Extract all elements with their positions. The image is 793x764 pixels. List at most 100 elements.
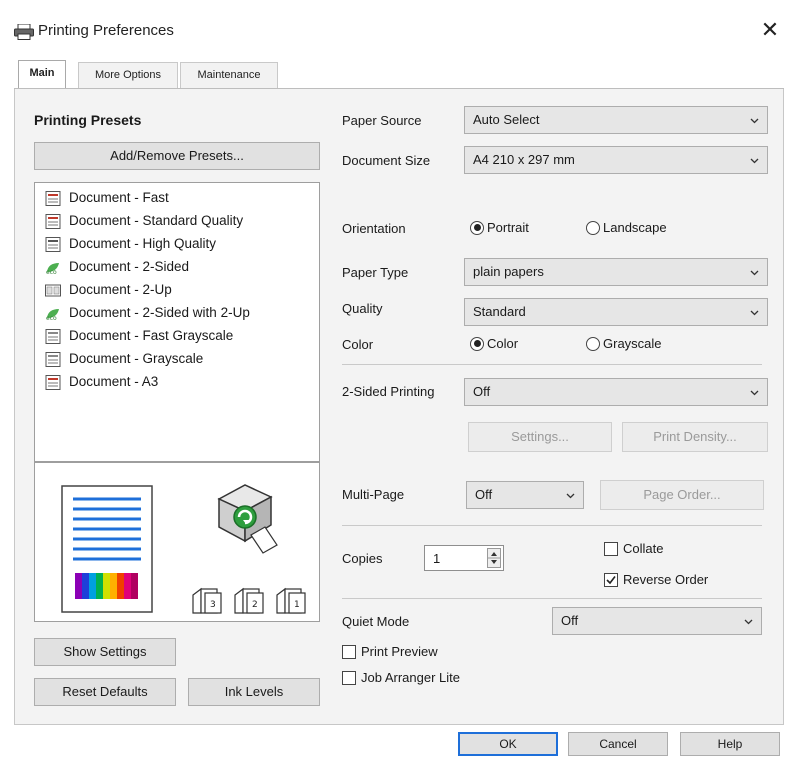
portrait-label: Portrait: [487, 220, 529, 235]
reset-defaults-button[interactable]: Reset Defaults: [34, 678, 176, 706]
multi-page-label: Multi-Page: [342, 487, 405, 502]
quiet-mode-select[interactable]: Off: [552, 607, 762, 635]
print-preview-label: Print Preview: [361, 644, 438, 659]
two-sided-value: Off: [473, 384, 491, 399]
reverse-order-checkbox[interactable]: Reverse Order: [604, 572, 708, 587]
job-arranger-label: Job Arranger Lite: [361, 670, 461, 685]
landscape-radio[interactable]: Landscape: [586, 220, 667, 235]
list-item[interactable]: Document - Standard Quality: [45, 210, 243, 232]
window-title: Printing Preferences: [38, 22, 174, 39]
paper-type-value: plain papers: [473, 264, 544, 279]
orientation-label: Orientation: [342, 221, 406, 236]
checkmark-icon: [606, 575, 616, 584]
copies-label: Copies: [342, 551, 383, 566]
document-icon: [45, 351, 61, 367]
tab-bar: Main More Options Maintenance: [14, 60, 784, 89]
svg-text:eco: eco: [46, 315, 57, 321]
document-icon: [45, 328, 61, 344]
chevron-down-icon: [566, 493, 575, 499]
list-item-label: Document - Standard Quality: [69, 213, 244, 228]
color-radio[interactable]: Color: [470, 336, 518, 351]
ok-button[interactable]: OK: [458, 732, 558, 756]
paper-source-label: Paper Source: [342, 113, 422, 128]
tab-maintenance[interactable]: Maintenance: [180, 62, 278, 88]
list-item[interactable]: Document - Grayscale: [45, 348, 203, 370]
list-item-label: Document - 2-Up: [69, 282, 172, 297]
document-size-value: A4 210 x 297 mm: [473, 152, 575, 167]
list-item[interactable]: Document - 2-Up: [45, 279, 172, 301]
paper-source-select[interactable]: Auto Select: [464, 106, 768, 134]
print-preview-checkbox[interactable]: Print Preview: [342, 644, 438, 659]
presets-list[interactable]: Document - Fast Document - Standard Qual…: [34, 182, 320, 462]
tab-more-options[interactable]: More Options: [78, 62, 178, 88]
job-arranger-checkbox[interactable]: Job Arranger Lite: [342, 670, 460, 685]
two-up-icon: [45, 284, 61, 296]
divider: [342, 525, 762, 526]
list-item-label: Document - High Quality: [69, 236, 217, 251]
printer-icon: [14, 24, 34, 40]
quiet-mode-label: Quiet Mode: [342, 614, 410, 629]
quality-select[interactable]: Standard: [464, 298, 768, 326]
close-button[interactable]: ✕: [758, 18, 782, 42]
radio-dot: [586, 220, 600, 235]
chevron-down-icon: [750, 390, 759, 396]
paper-type-select[interactable]: plain papers: [464, 258, 768, 286]
list-item[interactable]: eco Document - 2-Sided with 2-Up: [45, 302, 250, 324]
two-sided-printing-label: 2-Sided Printing: [342, 384, 435, 399]
printing-preferences-window: Printing Preferences ✕ Main More Options…: [0, 0, 793, 764]
eco-icon: eco: [46, 262, 59, 275]
checkbox-box: [604, 572, 618, 587]
show-settings-button[interactable]: Show Settings: [34, 638, 176, 666]
printer-duplex-icon: [217, 484, 278, 554]
svg-text:3: 3: [210, 600, 216, 610]
eco-icon: eco: [46, 308, 59, 321]
quiet-mode-value: Off: [561, 613, 579, 628]
collate-label: Collate: [623, 541, 664, 556]
portrait-radio[interactable]: Portrait: [470, 220, 529, 235]
chevron-down-icon: [750, 270, 759, 276]
grayscale-radio[interactable]: Grayscale: [586, 336, 662, 351]
quality-value: Standard: [473, 304, 526, 319]
list-item[interactable]: Document - A3: [45, 371, 158, 393]
checkbox-box: [342, 644, 356, 659]
add-remove-presets-button[interactable]: Add/Remove Presets...: [34, 142, 320, 170]
document-icon: [45, 236, 61, 252]
cancel-button[interactable]: Cancel: [568, 732, 668, 756]
copies-value: 1: [433, 551, 441, 566]
print-density-button[interactable]: Print Density...: [622, 422, 768, 452]
page-order-button[interactable]: Page Order...: [600, 480, 764, 510]
list-item[interactable]: Document - Fast Grayscale: [45, 325, 233, 347]
list-item-label: Document - A3: [69, 374, 159, 389]
quality-label: Quality: [342, 301, 383, 316]
color-option-label: Color: [487, 336, 519, 351]
paper-source-value: Auto Select: [473, 112, 540, 127]
document-icon: [45, 374, 61, 390]
checkbox-box: [604, 541, 618, 556]
document-size-label: Document Size: [342, 153, 431, 168]
collate-order-icon: 3 2 1: [192, 587, 306, 614]
radio-dot: [586, 336, 600, 351]
collate-checkbox[interactable]: Collate: [604, 541, 663, 556]
page-preview-icon: [61, 485, 153, 613]
copies-stepper[interactable]: 1: [424, 545, 504, 571]
radio-dot: [470, 220, 484, 235]
list-item-label: Document - 2-Sided with 2-Up: [69, 305, 250, 320]
list-item[interactable]: eco Document - 2-Sided: [45, 256, 189, 278]
document-icon: [45, 213, 61, 229]
print-preview-area: 3 2 1: [34, 462, 320, 622]
list-item-label: Document - Grayscale: [69, 351, 204, 366]
stepper-arrows[interactable]: [487, 548, 501, 568]
two-sided-settings-button[interactable]: Settings...: [468, 422, 612, 452]
document-size-select[interactable]: A4 210 x 297 mm: [464, 146, 768, 174]
list-item[interactable]: Document - Fast: [45, 187, 169, 209]
multi-page-select[interactable]: Off: [466, 481, 584, 509]
list-item[interactable]: Document - High Quality: [45, 233, 216, 255]
svg-text:2: 2: [252, 600, 258, 610]
divider: [342, 598, 762, 599]
tab-main[interactable]: Main: [18, 60, 66, 88]
help-button[interactable]: Help: [680, 732, 780, 756]
grayscale-label: Grayscale: [603, 336, 662, 351]
chevron-down-icon: [750, 310, 759, 316]
two-sided-printing-select[interactable]: Off: [464, 378, 768, 406]
ink-levels-button[interactable]: Ink Levels: [188, 678, 320, 706]
